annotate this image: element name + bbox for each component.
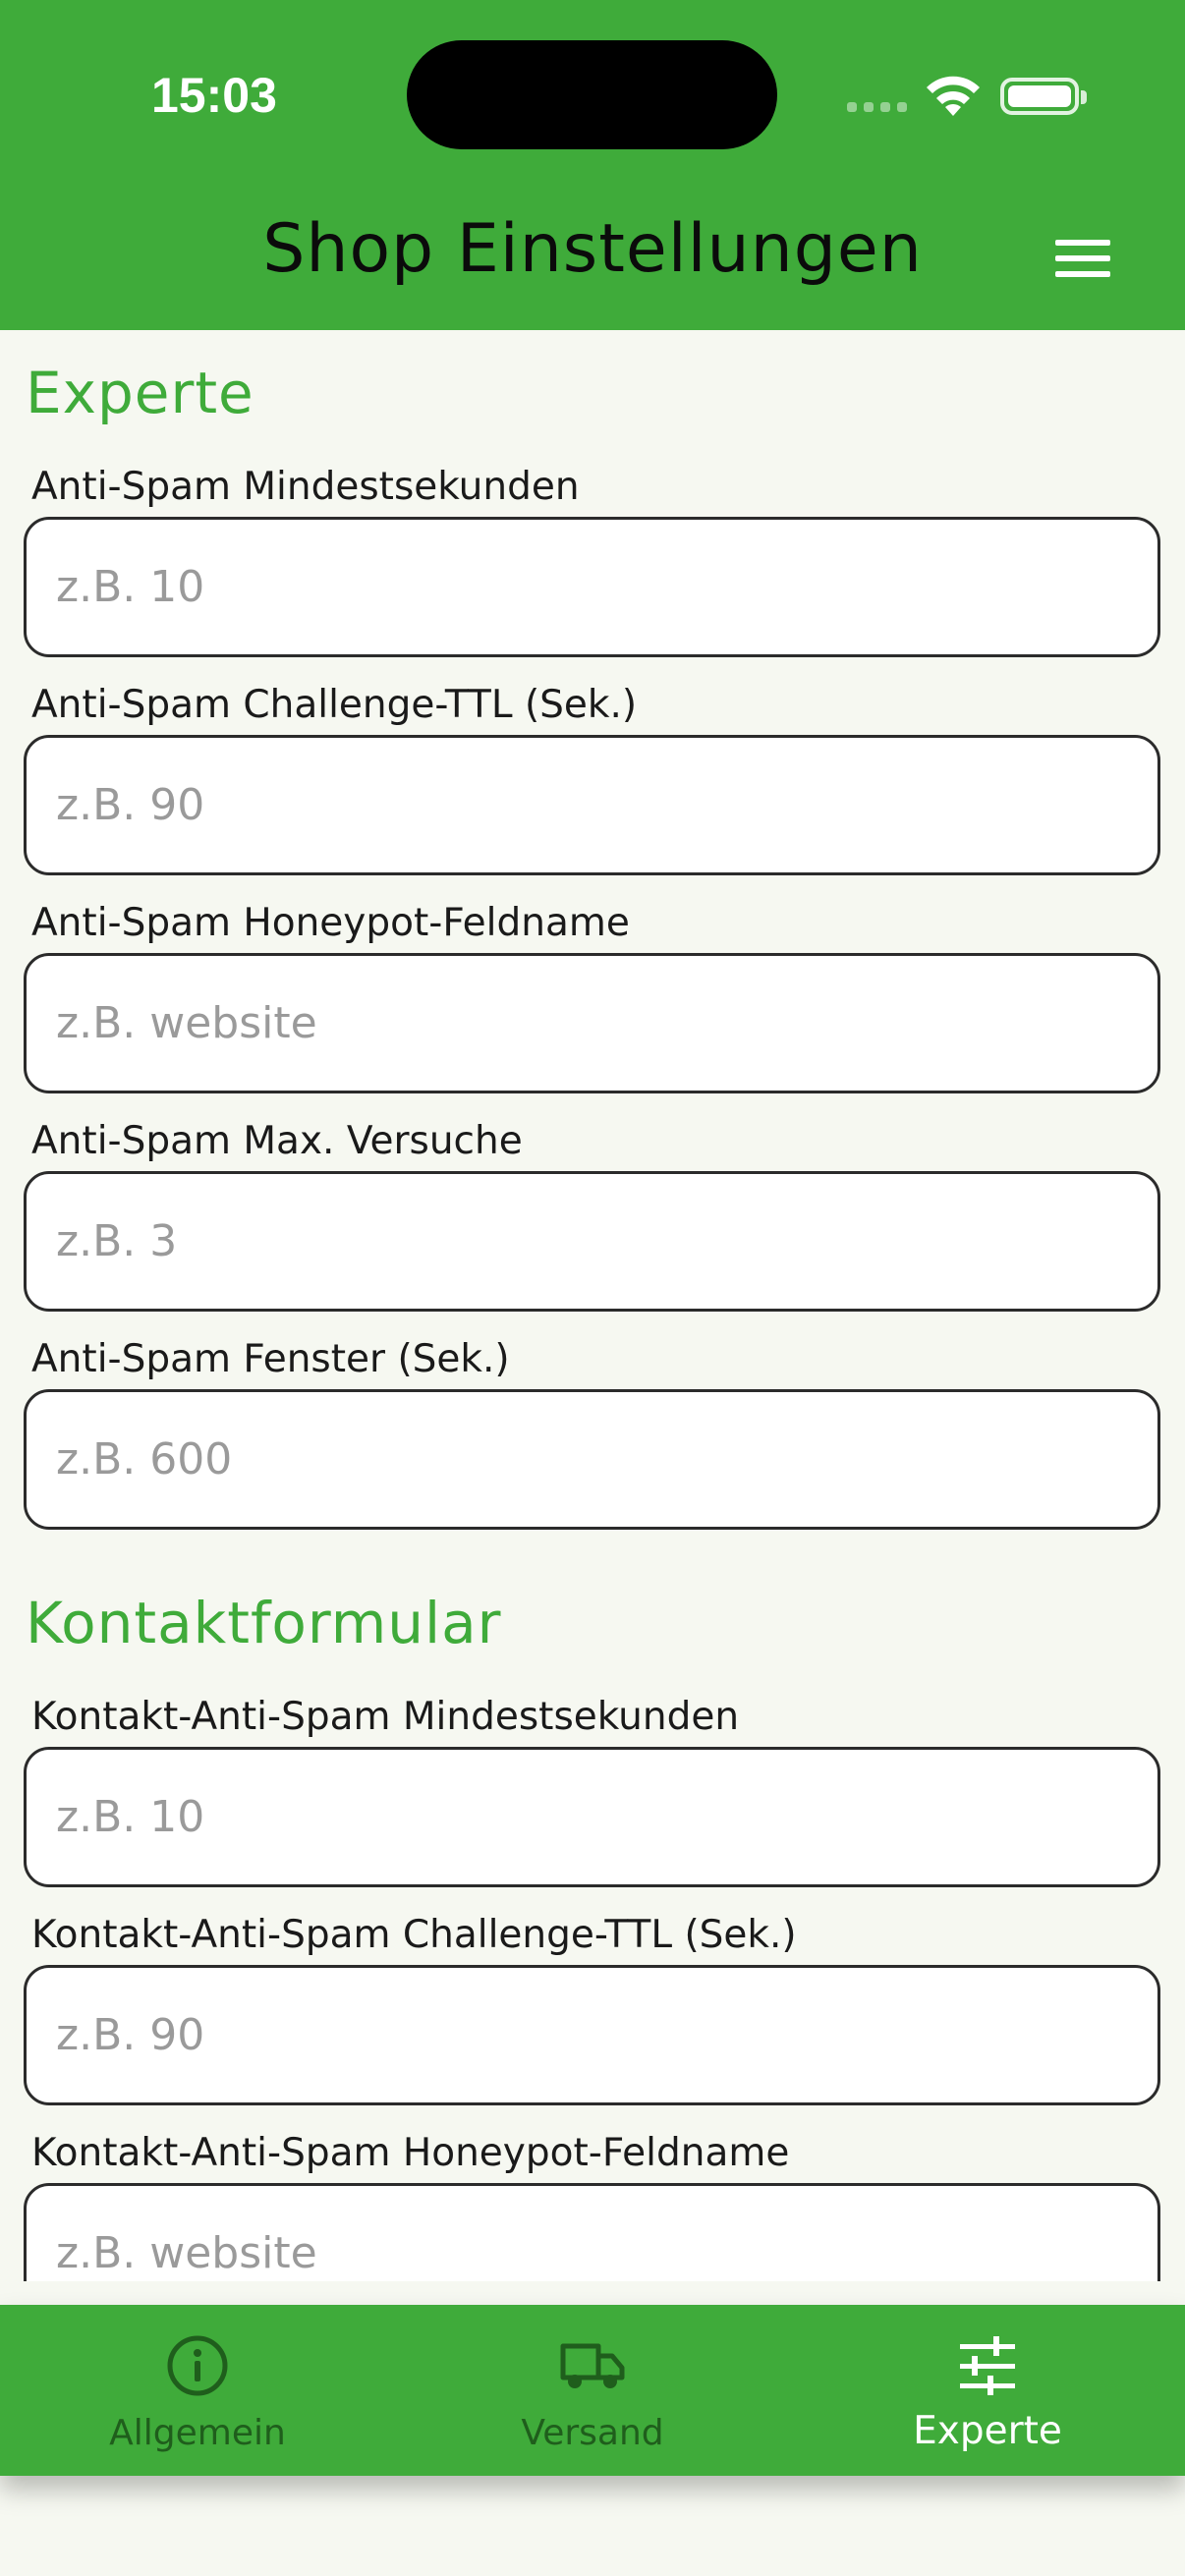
info-circle-icon	[167, 2335, 228, 2396]
status-time: 15:03	[151, 68, 277, 123]
field-label: Anti-Spam Max. Versuche	[31, 1119, 523, 1163]
battery-icon	[1000, 78, 1087, 115]
anti-spam-window-input[interactable]	[24, 1389, 1160, 1530]
tab-label: Allgemein	[109, 2413, 286, 2453]
tab-versand[interactable]: Versand	[395, 2305, 790, 2476]
anti-spam-challenge-ttl-input[interactable]	[24, 735, 1160, 875]
sliders-icon	[960, 2336, 1015, 2395]
field-label: Anti-Spam Challenge-TTL (Sek.)	[31, 683, 638, 727]
tab-allgemein[interactable]: Allgemein	[0, 2305, 395, 2476]
app-header: 15:03 Shop Einstellungen	[0, 0, 1185, 330]
tab-label: Versand	[521, 2413, 664, 2453]
contact-anti-spam-honeypot-field-input[interactable]	[24, 2183, 1160, 2281]
field-label: Kontakt-Anti-Spam Challenge-TTL (Sek.)	[31, 1913, 797, 1957]
field-label: Anti-Spam Honeypot-Feldname	[31, 901, 630, 945]
contact-anti-spam-min-seconds-input[interactable]	[24, 1747, 1160, 1887]
anti-spam-min-seconds-input[interactable]	[24, 517, 1160, 657]
contact-anti-spam-challenge-ttl-input[interactable]	[24, 1965, 1160, 2105]
section-title-experte: Experte	[26, 360, 254, 426]
anti-spam-honeypot-field-input[interactable]	[24, 953, 1160, 1093]
screen: 15:03 Shop Einstellungen Experte Anti-Sp…	[0, 0, 1185, 2576]
bottom-tab-bar: Allgemein Versand Experte	[0, 2305, 1185, 2476]
wifi-icon	[927, 76, 980, 116]
truck-icon	[560, 2343, 625, 2388]
field-label: Kontakt-Anti-Spam Mindestsekunden	[31, 1695, 740, 1739]
field-label: Anti-Spam Mindestsekunden	[31, 465, 580, 509]
cellular-signal-icon	[847, 102, 907, 112]
dynamic-island	[407, 40, 777, 149]
field-label: Kontakt-Anti-Spam Honeypot-Feldname	[31, 2131, 790, 2175]
field-label: Anti-Spam Fenster (Sek.)	[31, 1337, 510, 1381]
hamburger-menu-icon[interactable]	[1055, 240, 1110, 277]
tab-experte[interactable]: Experte	[790, 2305, 1185, 2476]
section-title-kontaktformular: Kontaktformular	[26, 1590, 502, 1656]
tab-label: Experte	[913, 2409, 1062, 2453]
anti-spam-max-attempts-input[interactable]	[24, 1171, 1160, 1312]
page-title: Shop Einstellungen	[262, 210, 923, 288]
settings-form[interactable]: Experte Anti-Spam Mindestsekunden Anti-S…	[0, 330, 1185, 2281]
